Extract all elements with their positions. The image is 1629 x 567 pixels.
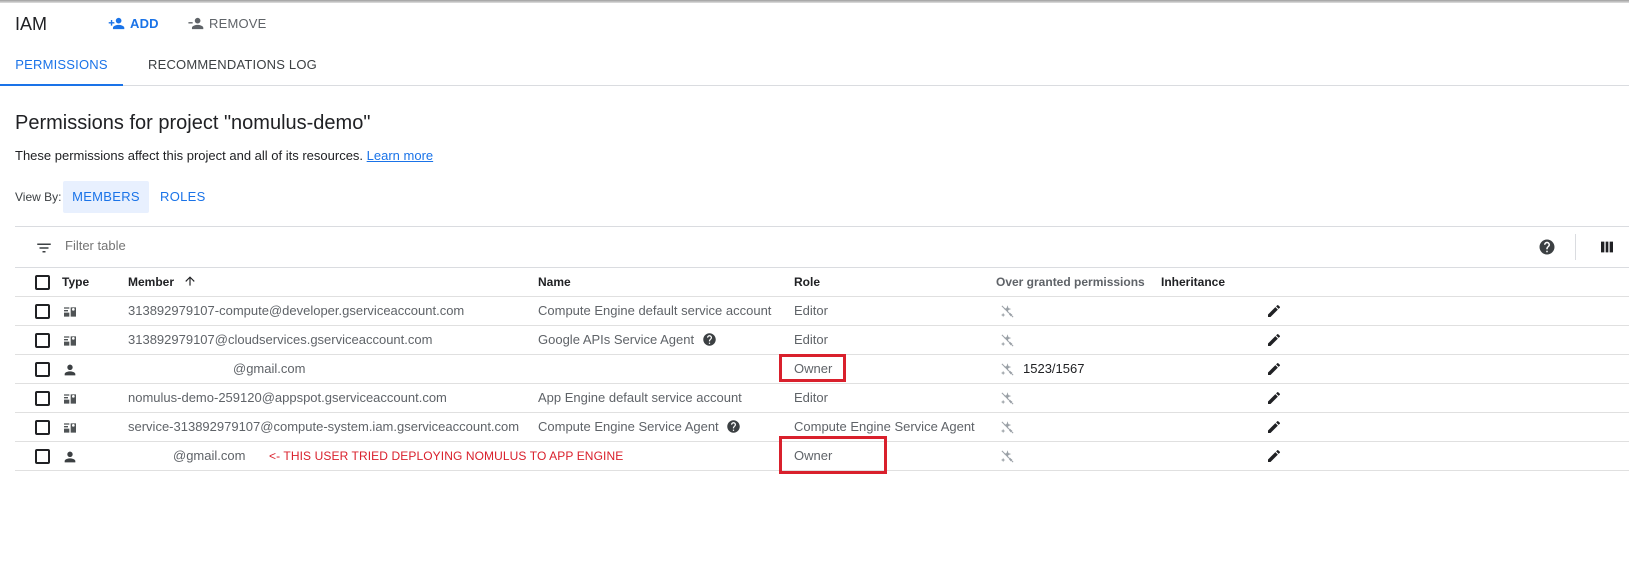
- row-checkbox[interactable]: [35, 333, 50, 348]
- member-name: App Engine default service account: [538, 390, 742, 405]
- highlight-box-owner: [779, 436, 887, 474]
- row-checkbox[interactable]: [35, 362, 50, 377]
- column-header-role[interactable]: Role: [794, 268, 820, 296]
- edit-pencil-icon[interactable]: [1266, 390, 1282, 406]
- page-subtitle: These permissions affect this project an…: [15, 148, 433, 163]
- person-icon: [64, 364, 76, 376]
- member-role: Editor: [794, 303, 828, 318]
- service-account-icon: [64, 394, 76, 404]
- member-email: @gmail.com: [233, 361, 306, 376]
- service-account-icon: [64, 307, 76, 317]
- recommendation-icon: [1000, 305, 1014, 318]
- member-email: service-313892979107@compute-system.iam.…: [128, 419, 520, 434]
- annotation-text: <- THIS USER TRIED DEPLOYING NOMULUS TO …: [269, 449, 624, 463]
- edit-pencil-icon[interactable]: [1266, 361, 1282, 377]
- learn-more-link[interactable]: Learn more: [367, 148, 433, 163]
- app-title: IAM: [15, 14, 48, 34]
- edit-pencil-icon[interactable]: [1266, 448, 1282, 464]
- table-row: 313892979107@cloudservices.gserviceaccou…: [15, 326, 1629, 355]
- table-row: @gmail.com <- THIS USER TRIED DEPLOYING …: [15, 436, 1629, 474]
- header: IAM ADD REMOVE: [0, 3, 1629, 43]
- row-checkbox[interactable]: [35, 391, 50, 406]
- view-by-members-button[interactable]: MEMBERS: [63, 181, 149, 213]
- toolbar-divider: [1575, 234, 1576, 260]
- table-row: nomulus-demo-259120@appspot.gserviceacco…: [15, 384, 1629, 413]
- member-name-cell: Google APIs Service Agent: [538, 326, 717, 354]
- column-header-over-granted[interactable]: Over granted permissions: [996, 268, 1145, 296]
- row-checkbox[interactable]: [35, 420, 50, 435]
- member-name-cell: Compute Engine Service Agent: [538, 413, 741, 441]
- filter-icon[interactable]: [35, 239, 53, 257]
- select-all-checkbox[interactable]: [35, 275, 50, 290]
- filter-bar: [15, 226, 1629, 268]
- column-header-member-label: Member: [128, 275, 175, 289]
- member-name: Compute Engine default service account: [538, 303, 772, 318]
- tab-permissions[interactable]: PERMISSIONS: [0, 44, 123, 86]
- edit-pencil-icon[interactable]: [1266, 332, 1282, 348]
- remove-person-icon: [188, 17, 204, 30]
- service-account-icon: [64, 423, 76, 433]
- sort-ascending-icon: [185, 276, 196, 286]
- member-role: Editor: [794, 332, 828, 347]
- column-header-type[interactable]: Type: [62, 268, 89, 296]
- recommendation-icon: [1000, 363, 1014, 376]
- person-icon: [64, 451, 76, 463]
- member-name: Compute Engine Service Agent: [538, 419, 719, 434]
- tab-bar: PERMISSIONS RECOMMENDATIONS LOG: [0, 44, 1629, 86]
- table-header-row: Type Member Name Role Over granted permi…: [15, 268, 1629, 297]
- recommendation-icon: [1000, 334, 1014, 347]
- subtitle-text: These permissions affect this project an…: [15, 148, 364, 163]
- column-header-member[interactable]: Member: [128, 268, 197, 296]
- filter-input[interactable]: [65, 238, 365, 253]
- help-circle-icon[interactable]: [726, 419, 741, 434]
- member-email: @gmail.com: [173, 448, 246, 463]
- over-granted-count: 1523/1567: [1023, 361, 1085, 376]
- add-person-icon: [108, 17, 125, 30]
- column-display-icon[interactable]: [1599, 239, 1615, 255]
- add-label: ADD: [130, 16, 159, 31]
- service-account-icon: [64, 336, 76, 346]
- add-button[interactable]: ADD: [108, 15, 159, 32]
- help-icon[interactable]: [1538, 238, 1556, 256]
- member-email: nomulus-demo-259120@appspot.gserviceacco…: [128, 390, 447, 405]
- row-checkbox[interactable]: [35, 304, 50, 319]
- view-by-roles-button[interactable]: ROLES: [160, 181, 206, 213]
- member-email: 313892979107@cloudservices.gserviceaccou…: [128, 332, 433, 347]
- column-header-inheritance[interactable]: Inheritance: [1161, 268, 1225, 296]
- help-circle-icon[interactable]: [702, 332, 717, 347]
- page-title: Permissions for project "nomulus-demo": [15, 112, 371, 134]
- member-name: Google APIs Service Agent: [538, 332, 695, 347]
- column-header-name[interactable]: Name: [538, 268, 571, 296]
- table-row: @gmail.com Owner 1523/1567: [15, 354, 1629, 384]
- recommendation-icon: [1000, 392, 1014, 405]
- remove-label: REMOVE: [209, 16, 267, 31]
- row-checkbox[interactable]: [35, 449, 50, 464]
- member-email: 313892979107-compute@developer.gservicea…: [128, 303, 465, 318]
- table-row: 313892979107-compute@developer.gservicea…: [15, 297, 1629, 326]
- edit-pencil-icon[interactable]: [1266, 419, 1282, 435]
- recommendation-icon: [1000, 450, 1014, 463]
- member-role: Editor: [794, 390, 828, 405]
- highlight-box-owner: [779, 354, 846, 382]
- remove-button[interactable]: REMOVE: [187, 15, 267, 32]
- tab-recommendations-log[interactable]: RECOMMENDATIONS LOG: [148, 44, 317, 86]
- view-by-label: View By:: [15, 190, 62, 204]
- recommendation-icon: [1000, 421, 1014, 434]
- permissions-table: Type Member Name Role Over granted permi…: [15, 268, 1629, 474]
- edit-pencil-icon[interactable]: [1266, 303, 1282, 319]
